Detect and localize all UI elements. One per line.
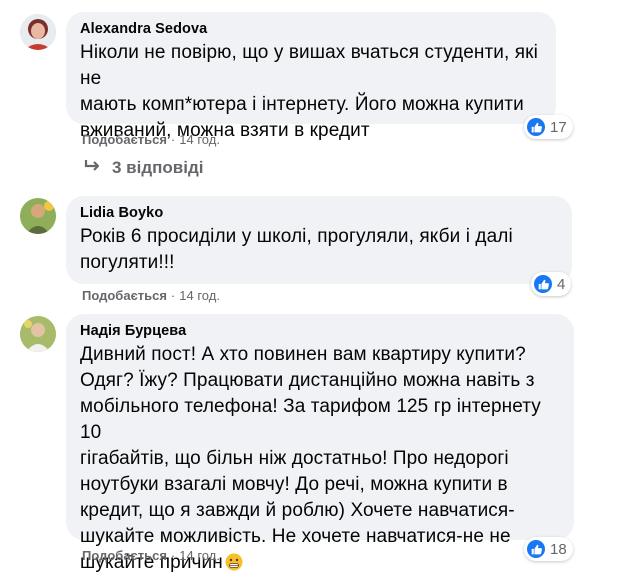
grimacing-face-emoji-icon — [225, 553, 243, 579]
avatar[interactable] — [20, 316, 56, 352]
comment-time[interactable]: 14 год. — [179, 548, 220, 563]
reaction-count: 18 — [550, 540, 567, 558]
thumbs-up-icon — [527, 118, 545, 136]
thumbs-up-icon — [534, 275, 552, 293]
reply-arrow-icon — [84, 158, 102, 178]
comment-author[interactable]: Lidia Boyko — [80, 204, 560, 222]
comment-bubble: Lidia Boyko Років 6 просиділи у школі, п… — [66, 196, 572, 284]
replies-label: 3 відповіді — [112, 158, 204, 177]
avatar[interactable] — [20, 198, 56, 234]
comment-time[interactable]: 14 год. — [179, 132, 220, 147]
comment-author[interactable]: Надія Бурцева — [80, 322, 562, 340]
separator: · — [170, 288, 176, 303]
comment-text: Дивний пост! А хто повинен вам квартиру … — [80, 342, 562, 579]
like-button[interactable]: Подобається — [82, 132, 167, 147]
separator: · — [170, 132, 176, 147]
reaction-summary[interactable]: 18 — [524, 537, 573, 561]
comment-meta: Подобається · 14 год. — [82, 132, 220, 148]
separator: · — [170, 548, 176, 563]
comment-meta: Подобається · 14 год. — [82, 288, 220, 304]
comment-time[interactable]: 14 год. — [179, 288, 220, 303]
reaction-summary[interactable]: 4 — [531, 272, 572, 296]
comment-author[interactable]: Alexandra Sedova — [80, 20, 544, 38]
avatar[interactable] — [20, 14, 56, 50]
comment-meta: Подобається · 14 год. — [82, 548, 220, 564]
reaction-count: 17 — [550, 118, 567, 136]
reaction-count: 4 — [557, 275, 566, 293]
view-replies-button[interactable]: 3 відповіді — [84, 158, 203, 178]
comment-bubble: Надія Бурцева Дивний пост! А хто повинен… — [66, 314, 574, 573]
like-button[interactable]: Подобається — [82, 548, 167, 563]
comment-text-body: Дивний пост! А хто повинен вам квартиру … — [80, 344, 541, 573]
comment-text: Ніколи не повірю, що у вишах вчаться сту… — [80, 42, 538, 141]
reaction-summary[interactable]: 17 — [524, 115, 573, 139]
like-button[interactable]: Подобається — [82, 288, 167, 303]
comment-bubble: Alexandra Sedova Ніколи не повірю, що у … — [66, 12, 556, 141]
comment-text: Років 6 просиділи у школі, прогуляли, як… — [80, 226, 513, 273]
thumbs-up-icon — [527, 540, 545, 558]
